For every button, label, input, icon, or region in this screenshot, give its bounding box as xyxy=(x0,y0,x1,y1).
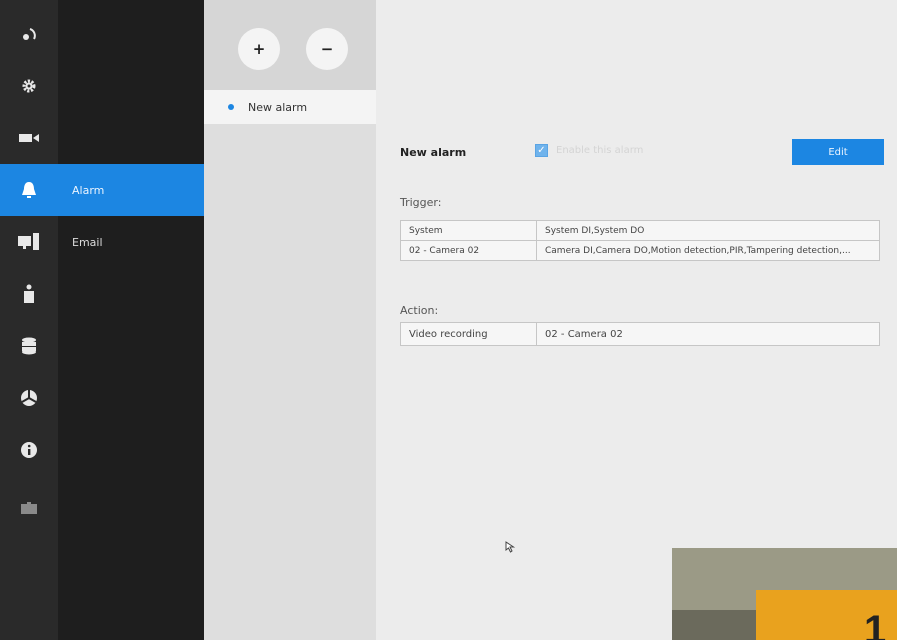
keyboard-icon xyxy=(21,502,37,514)
cursor-icon xyxy=(505,541,516,553)
alarm-title: New alarm xyxy=(400,146,467,159)
rail-item-storage[interactable] xyxy=(0,320,58,372)
rail-item-info[interactable] xyxy=(0,424,58,476)
alarm-list-item-label: New alarm xyxy=(248,100,308,114)
computer-icon xyxy=(18,233,39,250)
trigger-events-cell: System DI,System DO xyxy=(536,220,880,241)
rail-item-keyboard[interactable] xyxy=(0,482,58,534)
trigger-source-cell: System xyxy=(400,220,537,241)
rail-item-computer[interactable] xyxy=(0,216,58,268)
edit-button[interactable]: Edit xyxy=(792,139,884,165)
icon-rail xyxy=(0,0,58,640)
rail-item-settings[interactable] xyxy=(0,60,58,112)
table-row: Video recording 02 - Camera 02 xyxy=(400,322,880,346)
table-row: System System DI,System DO xyxy=(400,220,880,241)
action-table: Video recording 02 - Camera 02 xyxy=(400,322,880,346)
rail-item-network[interactable] xyxy=(0,372,58,424)
live-view-icon xyxy=(23,28,36,40)
trigger-source-cell: 02 - Camera 02 xyxy=(400,240,537,261)
trigger-label: Trigger: xyxy=(400,196,442,209)
submenu-item-alarm[interactable]: Alarm xyxy=(58,164,204,216)
trigger-events-cell: Camera DI,Camera DO,Motion detection,PIR… xyxy=(536,240,880,261)
action-label: Action: xyxy=(400,304,439,317)
user-icon xyxy=(24,284,34,303)
trigger-table: System System DI,System DO 02 - Camera 0… xyxy=(400,220,880,261)
alarm-list-item[interactable]: New alarm xyxy=(204,90,376,124)
rail-item-camera[interactable] xyxy=(0,112,58,164)
rail-item-alarm[interactable] xyxy=(0,164,58,216)
thumbnail-number: 1 xyxy=(864,608,887,640)
database-icon xyxy=(22,337,36,355)
network-icon xyxy=(21,390,37,406)
camera-thumbnail[interactable]: 1 xyxy=(672,548,897,640)
selected-dot-icon xyxy=(228,104,234,110)
gear-icon xyxy=(22,79,36,93)
alarm-detail-panel: New alarm ✓ Enable this alarm Edit Trigg… xyxy=(376,0,897,640)
rail-item-live-view[interactable] xyxy=(0,8,58,60)
info-icon xyxy=(21,442,37,458)
enable-alarm-label: Enable this alarm xyxy=(556,145,644,156)
action-type-cell: Video recording xyxy=(400,322,537,346)
remove-alarm-button[interactable]: − xyxy=(306,28,348,70)
alarm-list-toolbar: + − xyxy=(204,0,376,90)
bell-icon xyxy=(22,182,36,198)
submenu: Alarm Email xyxy=(58,0,204,640)
submenu-item-email[interactable]: Email xyxy=(58,216,204,268)
camera-icon xyxy=(19,134,39,142)
table-row: 02 - Camera 02 Camera DI,Camera DO,Motio… xyxy=(400,240,880,261)
rail-item-user[interactable] xyxy=(0,268,58,320)
alarm-list-panel: + − New alarm xyxy=(204,0,376,640)
action-target-cell: 02 - Camera 02 xyxy=(536,322,880,346)
enable-alarm-checkbox[interactable]: ✓ xyxy=(535,144,548,157)
add-alarm-button[interactable]: + xyxy=(238,28,280,70)
